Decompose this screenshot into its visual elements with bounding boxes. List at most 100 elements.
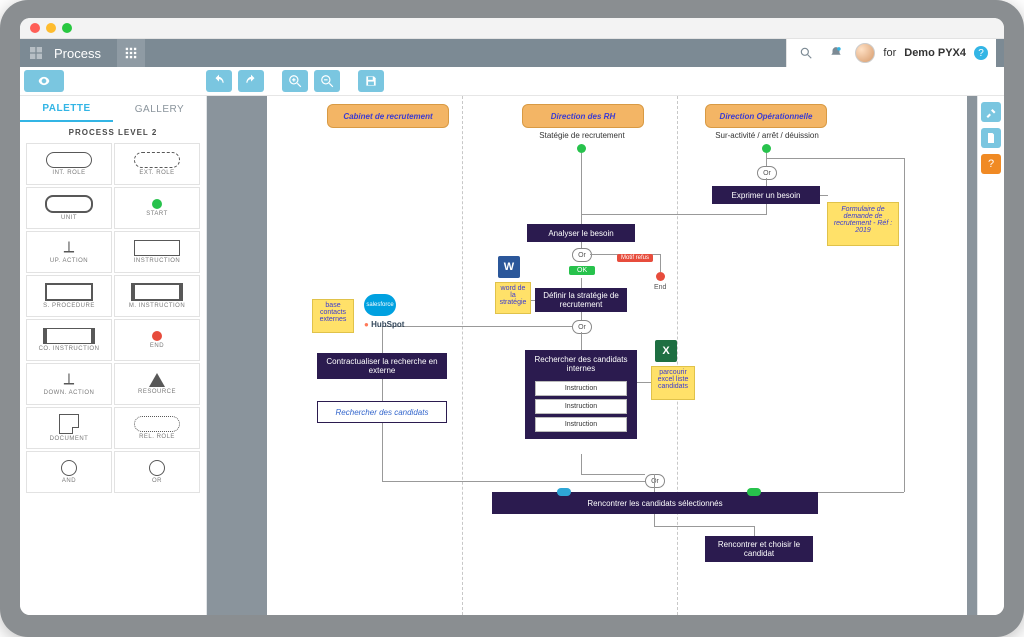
file-icon [985, 132, 997, 144]
close-window-icon[interactable] [30, 23, 40, 33]
salesforce-icon[interactable]: salesforce [364, 294, 396, 316]
right-rail-doc-button[interactable] [981, 128, 1001, 148]
palette-item-m-instruction[interactable]: M. INSTRUCTION [114, 275, 200, 317]
node-rencontrer-selectionnes[interactable]: Rencontrer les candidats sélectionnés [492, 492, 818, 514]
toolbar [20, 67, 1004, 96]
node-port-green[interactable] [747, 488, 761, 496]
palette-item-resource[interactable]: RESOURCE [114, 363, 200, 405]
connector [654, 514, 655, 526]
palette-item-unit[interactable]: UNIT [26, 187, 112, 229]
start-dot-2[interactable] [762, 144, 771, 153]
hubspot-label[interactable]: ● HubSpot [364, 320, 404, 329]
save-button[interactable] [358, 70, 384, 92]
node-rechercher-internes[interactable]: Rechercher des candidats internes Instru… [525, 350, 637, 439]
connector [766, 158, 904, 159]
workspace: PALETTE GALLERY PROCESS LEVEL 2 INT. ROL… [20, 96, 1004, 615]
palette-item-down-action[interactable]: ⟂DOWN. ACTION [26, 363, 112, 405]
palette-item-end[interactable]: END [114, 319, 200, 361]
palette-item-up-action[interactable]: ⟂UP. ACTION [26, 231, 112, 273]
diagram-canvas[interactable]: Cabinet de recrutement Direction des RH … [267, 96, 967, 615]
palette-item-document[interactable]: DOCUMENT [26, 407, 112, 449]
connector [382, 326, 383, 353]
instruction-row[interactable]: Instruction [535, 417, 627, 432]
connector [531, 300, 535, 301]
palette-item-int-role[interactable]: INT. ROLE [26, 143, 112, 185]
node-port-blue[interactable] [557, 488, 571, 496]
sticky-word-strategy[interactable]: word de la stratégie [495, 282, 531, 314]
sticky-formulaire[interactable]: Formulaire de demande de recrutement - R… [827, 202, 899, 246]
node-definir-strategie[interactable]: Définir la stratégie de recrutement [535, 288, 627, 312]
node-rechercher-internes-header: Rechercher des candidats internes [525, 350, 637, 378]
palette-item-s-procedure[interactable]: S. PROCEDURE [26, 275, 112, 317]
start-label-1: Statégie de recrutement [527, 131, 637, 140]
lane-header-1[interactable]: Cabinet de recrutement [327, 104, 449, 128]
connector [754, 526, 755, 536]
or-gateway-bottom[interactable]: Or [645, 474, 665, 488]
grid-icon [124, 46, 138, 60]
redo-button[interactable] [238, 70, 264, 92]
ok-label[interactable]: OK [569, 266, 595, 275]
tab-palette[interactable]: PALETTE [20, 96, 113, 122]
connector [654, 526, 754, 527]
motif-refus-tag[interactable]: Motif refus [617, 254, 653, 262]
or-gateway-definir[interactable]: Or [572, 320, 592, 334]
undo-button[interactable] [206, 70, 232, 92]
help-button[interactable]: ? [974, 46, 988, 60]
palette-item-or[interactable]: OR [114, 451, 200, 493]
or-gateway-top[interactable]: Or [757, 166, 777, 180]
instruction-row[interactable]: Instruction [535, 381, 627, 396]
palette-item-co-instruction[interactable]: CO. INSTRUCTION [26, 319, 112, 361]
app-logo-icon [28, 45, 44, 61]
avatar[interactable] [855, 43, 875, 63]
node-rencontrer-choisir[interactable]: Rencontrer et choisir le candidat [705, 536, 813, 562]
apps-menu-button[interactable] [117, 39, 145, 67]
node-rechercher-candidats[interactable]: Rechercher des candidats [317, 401, 447, 423]
connector [818, 492, 904, 493]
left-panel-tabs: PALETTE GALLERY [20, 96, 206, 122]
instruction-row[interactable]: Instruction [535, 399, 627, 414]
connector [766, 178, 767, 186]
palette-item-start[interactable]: START [114, 187, 200, 229]
user-area: for Demo PYX4 ? [786, 39, 996, 67]
right-rail-tools-button[interactable] [981, 102, 1001, 122]
word-icon[interactable]: W [498, 256, 520, 278]
connector [581, 278, 582, 288]
node-analyser-besoin[interactable]: Analyser le besoin [527, 224, 635, 242]
connector [581, 332, 582, 350]
save-icon [364, 74, 378, 88]
end-dot[interactable] [656, 272, 665, 281]
node-contractualiser[interactable]: Contractualiser la recherche en externe [317, 353, 447, 379]
excel-icon[interactable]: X [655, 340, 677, 362]
notifications-button[interactable] [825, 42, 847, 64]
sticky-base-contacts[interactable]: base contacts externes [312, 299, 354, 333]
node-exprimer-besoin[interactable]: Exprimer un besoin [712, 186, 820, 204]
connector [660, 254, 661, 272]
lane-header-3[interactable]: Direction Opérationnelle [705, 104, 827, 128]
connector [820, 195, 828, 196]
minimize-window-icon[interactable] [46, 23, 56, 33]
zoom-in-icon [288, 74, 302, 88]
search-button[interactable] [795, 42, 817, 64]
zoom-out-button[interactable] [314, 70, 340, 92]
view-toggle-button[interactable] [24, 70, 64, 92]
palette-heading: PROCESS LEVEL 2 [20, 122, 206, 143]
start-dot-1[interactable] [577, 144, 586, 153]
or-gateway-analyser[interactable]: Or [572, 248, 592, 262]
connector [766, 204, 767, 214]
maximize-window-icon[interactable] [62, 23, 72, 33]
user-name: Demo PYX4 [904, 47, 966, 59]
canvas-area[interactable]: Cabinet de recrutement Direction des RH … [207, 96, 977, 615]
sticky-excel-list[interactable]: parcourir excel liste candidats [651, 366, 695, 400]
palette-item-rel-role[interactable]: REL. ROLE [114, 407, 200, 449]
tab-gallery[interactable]: GALLERY [113, 96, 206, 122]
palette-item-and[interactable]: AND [26, 451, 112, 493]
left-panel: PALETTE GALLERY PROCESS LEVEL 2 INT. ROL… [20, 96, 207, 615]
lane-divider [677, 96, 678, 615]
lane-header-2[interactable]: Direction des RH [522, 104, 644, 128]
palette-item-ext-role[interactable]: EXT. ROLE [114, 143, 200, 185]
start-label-2: Sur-activité / arrêt / déuission [697, 131, 837, 140]
connector [382, 481, 645, 482]
zoom-in-button[interactable] [282, 70, 308, 92]
right-rail-help-button[interactable]: ? [981, 154, 1001, 174]
palette-item-instruction[interactable]: INSTRUCTION [114, 231, 200, 273]
